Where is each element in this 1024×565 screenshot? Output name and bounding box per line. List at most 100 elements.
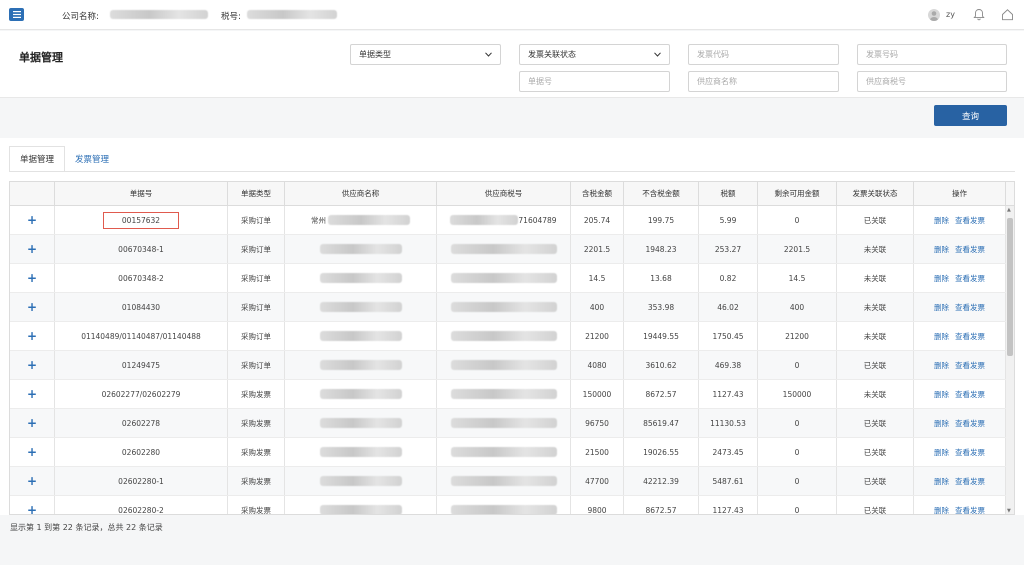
cell-supplier-tax <box>437 467 571 495</box>
supplier-name-redacted <box>319 447 402 457</box>
user-avatar[interactable] <box>928 9 940 21</box>
doc-number-text: 02602277/02602279 <box>101 389 181 399</box>
filter-panel: 单据管理 单据类型 发票关联状态 发票代码 发票号码 单据号 供应商名称 供应商… <box>0 31 1024 98</box>
doc-number-text: 02602278 <box>121 418 161 428</box>
cell-remaining-amount: 0 <box>758 351 837 379</box>
supplier-tax-redacted <box>450 476 557 486</box>
scrollbar-thumb[interactable] <box>1007 218 1013 356</box>
invoice-status-select[interactable]: 发票关联状态 <box>519 44 670 65</box>
cell-doc-number: 02602280-1 <box>55 467 228 495</box>
cell-gross-amount: 150000 <box>571 380 624 408</box>
expand-plus-icon[interactable]: + <box>27 329 37 343</box>
cell-remaining-amount: 2201.5 <box>758 235 837 263</box>
table-row[interactable]: +02602277/02602279 采购发票 150000 8672.57 1127.… <box>10 380 1006 409</box>
content-panel: 单据管理 发票管理 单据号 单据类型 供应商名称 供应商税号 含税金额 不含税金额 税额 剩余… <box>0 138 1024 515</box>
cell-remaining-amount: 0 <box>758 496 837 514</box>
table-row[interactable]: +01140489/01140487/01140488 采购订单 21200 1944… <box>10 322 1006 351</box>
username[interactable]: zy <box>946 10 955 19</box>
supplier-name-input[interactable]: 供应商名称 <box>688 71 839 92</box>
scroll-up-icon[interactable]: ▲ <box>1007 207 1011 213</box>
cell-doc-type: 采购发票 <box>228 438 285 466</box>
expand-plus-icon[interactable]: + <box>27 445 37 459</box>
cell-doc-number: 00670348-1 <box>55 235 228 263</box>
table-row[interactable]: +02602280-2 采购发票 9800 8672.57 1127.43 0 已关联 删除查… <box>10 496 1006 515</box>
table-row[interactable]: +01249475 采购订单 4080 3610.62 469.38 0 已关联 删除 查看发票 <box>10 351 1006 380</box>
query-button[interactable]: 查询 <box>934 105 1007 126</box>
expand-plus-icon[interactable]: + <box>27 300 37 314</box>
view-invoice-link[interactable]: 查看发票 <box>955 476 985 487</box>
expand-plus-icon[interactable]: + <box>27 474 37 488</box>
view-invoice-link[interactable]: 查看发票 <box>955 244 985 255</box>
expand-plus-icon[interactable]: + <box>27 503 37 514</box>
supplier-tax-redacted <box>450 505 557 514</box>
doc-number-placeholder: 单据号 <box>528 77 552 86</box>
invoice-code-input[interactable]: 发票代码 <box>688 44 839 65</box>
supplier-tax-placeholder: 供应商税号 <box>866 77 906 86</box>
home-icon[interactable] <box>1001 8 1014 23</box>
table-row[interactable]: +00157632 采购订单 常州 71604789 205.74 199.75 5.99 0… <box>10 206 1006 235</box>
cell-actions: 删除 查看发票 <box>914 264 1006 292</box>
delete-link[interactable]: 删除 <box>934 302 949 313</box>
supplier-name-redacted <box>319 273 402 283</box>
table-row[interactable]: +01084430 采购订单 400 353.98 46.02 400 未关联 删除 查看发票 <box>10 293 1006 322</box>
delete-link[interactable]: 删除 <box>934 360 949 371</box>
doc-number-input[interactable]: 单据号 <box>519 71 670 92</box>
view-invoice-link[interactable]: 查看发票 <box>955 215 985 226</box>
cell-gross-amount: 96750 <box>571 409 624 437</box>
invoice-number-input[interactable]: 发票号码 <box>857 44 1007 65</box>
cell-expand: + <box>10 351 55 379</box>
supplier-tax-input[interactable]: 供应商税号 <box>857 71 1007 92</box>
tab-divider <box>9 171 1015 172</box>
cell-expand: + <box>10 409 55 437</box>
view-invoice-link[interactable]: 查看发票 <box>955 360 985 371</box>
view-invoice-link[interactable]: 查看发票 <box>955 331 985 342</box>
expand-plus-icon[interactable]: + <box>27 242 37 256</box>
delete-link[interactable]: 删除 <box>934 389 949 400</box>
table-row[interactable]: +02602280-1 采购发票 47700 42212.39 5487.61 0 已关联删… <box>10 467 1006 496</box>
view-invoice-link[interactable]: 查看发票 <box>955 505 985 515</box>
view-invoice-link[interactable]: 查看发票 <box>955 447 985 458</box>
delete-link[interactable]: 删除 <box>934 273 949 284</box>
cell-actions: 删除 查看发票 <box>914 438 1006 466</box>
cell-tax-amount: 1127.43 <box>699 380 758 408</box>
table-row[interactable]: +00670348-1 采购订单 2201.5 1948.23 253.27 2201.5… <box>10 235 1006 264</box>
cell-invoice-status: 已关联 <box>837 438 914 466</box>
delete-link[interactable]: 删除 <box>934 418 949 429</box>
table-row[interactable]: +02602280 采购发票 21500 19026.55 2473.45 0 已关联 删除查… <box>10 438 1006 467</box>
cell-gross-amount: 47700 <box>571 467 624 495</box>
delete-link[interactable]: 删除 <box>934 244 949 255</box>
tab-invoices[interactable]: 发票管理 <box>65 146 119 172</box>
doc-number-text: 00157632 <box>102 211 180 229</box>
scroll-down-icon[interactable]: ▼ <box>1007 508 1011 514</box>
view-invoice-link[interactable]: 查看发票 <box>955 273 985 284</box>
view-invoice-link[interactable]: 查看发票 <box>955 418 985 429</box>
table-row[interactable]: +00670348-2 采购订单 14.5 13.68 0.82 14.5 未关联 删除 查看发… <box>10 264 1006 293</box>
expand-plus-icon[interactable]: + <box>27 213 37 227</box>
expand-plus-icon[interactable]: + <box>27 358 37 372</box>
view-invoice-link[interactable]: 查看发票 <box>955 389 985 400</box>
cell-supplier-tax <box>437 293 571 321</box>
view-invoice-link[interactable]: 查看发票 <box>955 302 985 313</box>
delete-link[interactable]: 删除 <box>934 215 949 226</box>
expand-plus-icon[interactable]: + <box>27 271 37 285</box>
delete-link[interactable]: 删除 <box>934 476 949 487</box>
bell-icon[interactable] <box>973 8 985 23</box>
supplier-name-redacted <box>319 418 402 428</box>
cell-net-amount: 19449.55 <box>624 322 699 350</box>
tab-documents[interactable]: 单据管理 <box>9 146 66 172</box>
doc-number-text: 00670348-2 <box>118 273 164 283</box>
cell-doc-type: 采购订单 <box>228 235 285 263</box>
table-row[interactable]: +02602278 采购发票 96750 85619.47 11130.53 0 已关联 删除… <box>10 409 1006 438</box>
delete-link[interactable]: 删除 <box>934 331 949 342</box>
delete-link[interactable]: 删除 <box>934 447 949 458</box>
menu-icon[interactable] <box>9 8 24 21</box>
doc-type-select[interactable]: 单据类型 <box>350 44 501 65</box>
cell-invoice-status: 已关联 <box>837 467 914 495</box>
supplier-tax-redacted <box>450 447 557 457</box>
header-supplier-name: 供应商名称 <box>285 182 437 205</box>
cell-supplier-tax <box>437 351 571 379</box>
delete-link[interactable]: 删除 <box>934 505 949 515</box>
expand-plus-icon[interactable]: + <box>27 387 37 401</box>
expand-plus-icon[interactable]: + <box>27 416 37 430</box>
cell-actions: 删除 查看发票 <box>914 206 1006 234</box>
